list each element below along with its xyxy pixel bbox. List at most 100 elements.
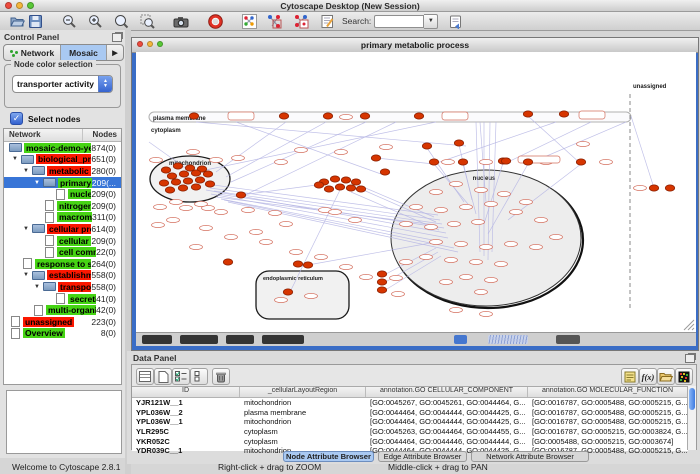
tree-item[interactable]: secretion41(0) — [4, 293, 121, 305]
tree-item[interactable]: mosaic-demo-yeast874(0) — [4, 142, 121, 154]
network-node[interactable] — [360, 113, 369, 119]
annotation-notes-button[interactable] — [621, 368, 639, 385]
network-node[interactable] — [314, 182, 323, 188]
network-node[interactable] — [429, 159, 438, 165]
network-node[interactable] — [377, 271, 386, 277]
tree-item[interactable]: ▼primary metabo209(... — [4, 177, 121, 189]
float-panel-icon[interactable] — [685, 354, 695, 363]
network-node[interactable] — [165, 187, 174, 193]
help-button[interactable] — [206, 13, 224, 29]
expand-network-button[interactable] — [292, 13, 310, 29]
tree-item[interactable]: Overview8(0) — [4, 328, 121, 340]
tree-item[interactable]: unassigned223(0) — [4, 316, 121, 328]
tree-item[interactable]: ▼metabolic process280(0) — [4, 165, 121, 177]
column-header[interactable]: ID — [132, 387, 240, 397]
network-node[interactable] — [346, 185, 355, 191]
tree-item[interactable]: nitrogen compo209(0) — [4, 200, 121, 212]
tree-item[interactable]: multi-organism pro42(0) — [4, 304, 121, 316]
disclosure-triangle-icon[interactable]: ▼ — [23, 226, 32, 232]
network-node[interactable] — [351, 179, 360, 185]
tree-item[interactable]: macromolecule311(0) — [4, 212, 121, 224]
tab-network[interactable]: Network — [4, 45, 61, 60]
network-node[interactable] — [380, 169, 389, 175]
tree-item[interactable]: cell communicat22(0) — [4, 246, 121, 258]
matrix-view-button[interactable] — [675, 368, 693, 385]
network-node[interactable] — [183, 178, 192, 184]
network-node[interactable] — [178, 185, 187, 191]
tree-item[interactable]: ▼biological_process651(0) — [4, 154, 121, 166]
table-row[interactable]: YKR052Ccytoplasm[GO:0044464, GO:0044446,… — [132, 436, 688, 446]
table-row[interactable]: YPL036W__2plasma membrane[GO:0044464, GO… — [132, 408, 688, 418]
network-node[interactable] — [330, 176, 339, 182]
network-node[interactable] — [236, 192, 245, 198]
tree-item[interactable]: cellular metabo209(0) — [4, 235, 121, 247]
zoom-in-button[interactable] — [86, 13, 104, 29]
float-panel-icon[interactable] — [112, 33, 122, 42]
resize-grip-icon[interactable] — [684, 320, 694, 330]
tree-item[interactable]: ▼establishment of lo558(0) — [4, 270, 121, 282]
snapshot-button[interactable] — [172, 13, 190, 29]
network-node[interactable] — [335, 184, 344, 190]
network-node[interactable] — [356, 186, 365, 192]
network-node[interactable] — [454, 140, 463, 146]
delete-attribute-button[interactable] — [212, 368, 230, 385]
table-scrollbar[interactable] — [687, 386, 696, 450]
zoom-fit-button[interactable] — [112, 13, 130, 29]
network-node[interactable] — [422, 143, 431, 149]
network-node[interactable] — [523, 159, 532, 165]
network-node[interactable] — [559, 111, 568, 117]
network-overview-button[interactable] — [240, 13, 258, 29]
save-session-button[interactable] — [26, 13, 44, 29]
network-node[interactable] — [665, 185, 674, 191]
network-node[interactable] — [161, 167, 170, 173]
network-node[interactable] — [293, 261, 302, 267]
column-header[interactable]: annotation.GO CELLULAR_COMPONENT — [366, 387, 528, 397]
network-node[interactable] — [179, 171, 188, 177]
network-node[interactable] — [191, 170, 200, 176]
column-header[interactable]: annotation.GO MOLECULAR_FUNCTION — [528, 387, 688, 397]
import-attributes-button[interactable] — [657, 368, 675, 385]
disclosure-triangle-icon[interactable]: ▼ — [34, 284, 43, 290]
network-node[interactable] — [323, 113, 332, 119]
network-node[interactable] — [377, 287, 386, 293]
function-builder-button[interactable]: f(x) — [639, 368, 657, 385]
network-node[interactable] — [371, 155, 380, 161]
network-node[interactable] — [341, 177, 350, 183]
network-node[interactable] — [223, 259, 232, 265]
tab-mosaic[interactable]: Mosaic — [61, 45, 107, 60]
first-neighbors-button[interactable] — [266, 13, 284, 29]
select-attributes-button[interactable] — [136, 368, 154, 385]
network-node[interactable] — [576, 159, 585, 165]
tree-item[interactable]: ▼cellular process614(0) — [4, 223, 121, 235]
column-header[interactable]: _cellularLayoutRegion — [240, 387, 366, 397]
network-node[interactable] — [377, 279, 386, 285]
tree-item[interactable]: ▼transport558(0) — [4, 281, 121, 293]
disclosure-triangle-icon[interactable]: ▼ — [34, 180, 43, 186]
zoom-selected-button[interactable] — [138, 13, 156, 29]
search-options-button[interactable] — [446, 13, 464, 29]
network-window-titlebar[interactable]: primary metabolic process — [132, 38, 698, 53]
annotations-button[interactable] — [318, 13, 336, 29]
tab-edge-attribute-browser[interactable]: Edge Attribute Browser — [378, 451, 467, 462]
attribute-checklist-button[interactable] — [172, 368, 190, 385]
network-node[interactable] — [173, 163, 182, 169]
tree-header-network[interactable]: Network — [4, 129, 82, 141]
create-attribute-button[interactable] — [154, 368, 172, 385]
more-tabs-button[interactable]: ▶ — [107, 45, 123, 60]
network-node[interactable] — [195, 177, 204, 183]
tree-item[interactable]: nucleobase-209(0) — [4, 188, 121, 200]
network-node[interactable] — [159, 180, 168, 186]
network-node[interactable] — [279, 113, 288, 119]
network-node[interactable] — [283, 289, 292, 295]
network-node[interactable] — [171, 179, 180, 185]
scrollbar-thumb[interactable] — [689, 388, 695, 410]
tab-network-attribute-browser[interactable]: Network Attribute Browser — [471, 451, 589, 462]
tree-item[interactable]: response to stimulu264(0) — [4, 258, 121, 270]
disclosure-triangle-icon[interactable]: ▼ — [12, 156, 21, 162]
network-node[interactable] — [191, 184, 200, 190]
network-node[interactable] — [167, 173, 176, 179]
network-node[interactable] — [203, 171, 212, 177]
network-node[interactable] — [458, 159, 467, 165]
zoom-out-button[interactable] — [60, 13, 78, 29]
select-nodes-checkbox[interactable]: ✓ — [10, 112, 23, 125]
